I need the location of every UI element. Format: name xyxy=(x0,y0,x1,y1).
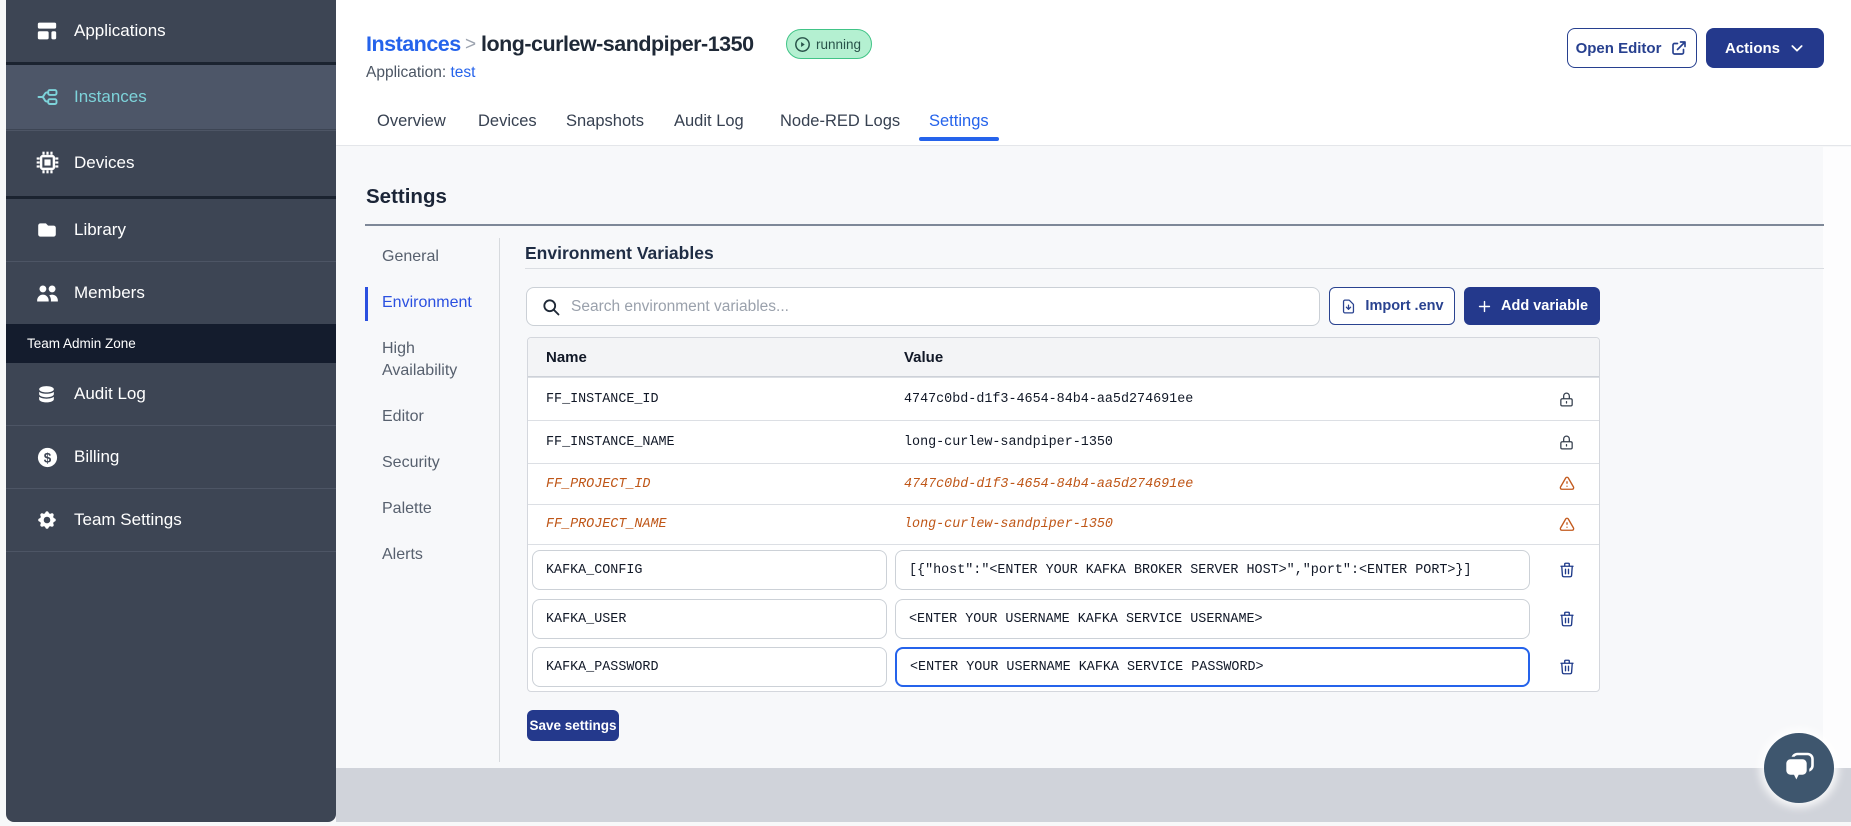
svg-text:$: $ xyxy=(44,450,52,465)
